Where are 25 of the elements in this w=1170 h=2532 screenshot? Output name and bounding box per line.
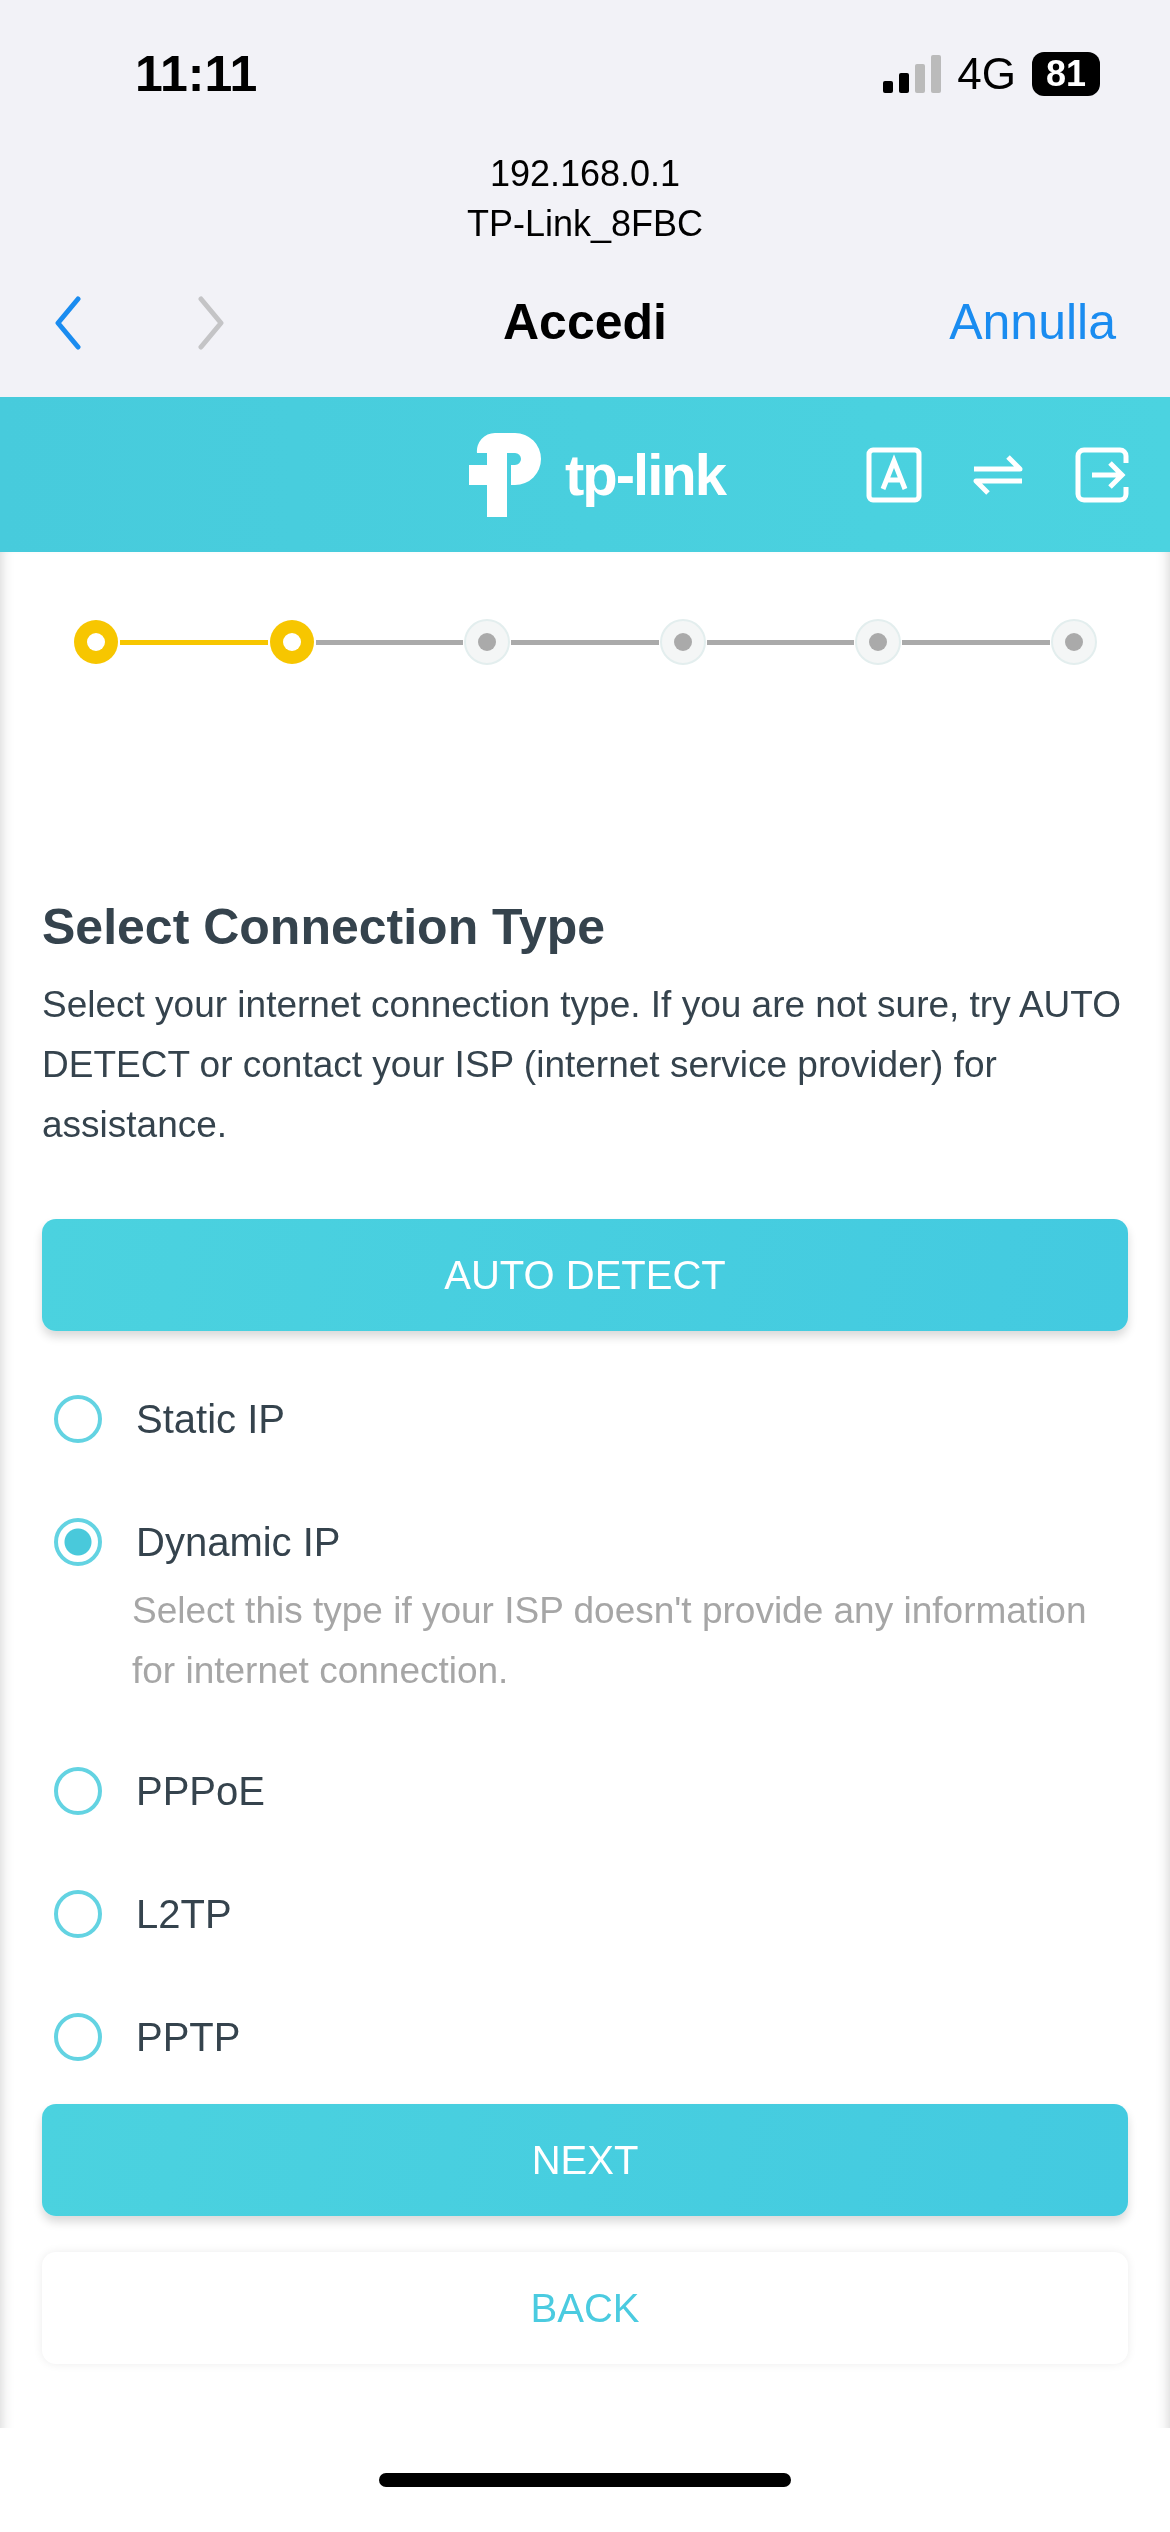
network-name: TP-Link_8FBC: [465, 201, 705, 246]
signal-icon: [883, 55, 942, 94]
option-label[interactable]: Dynamic IP: [136, 1511, 341, 1572]
network-type: 4G: [957, 48, 1016, 101]
radio-button[interactable]: [54, 1517, 102, 1566]
radio-button[interactable]: [54, 1766, 102, 1815]
logo-text: tp-link: [565, 441, 725, 509]
forward-icon[interactable]: [197, 295, 225, 350]
radio-button[interactable]: [54, 1394, 102, 1443]
page-url: 192.168.0.1: [488, 151, 682, 196]
option-label[interactable]: L2TP: [136, 1883, 232, 1944]
logout-icon[interactable]: [1074, 446, 1130, 503]
option-label[interactable]: PPPoE: [136, 1760, 265, 1821]
option-label[interactable]: Static IP: [136, 1388, 285, 1449]
language-icon[interactable]: [866, 446, 922, 503]
battery-level: 81: [1031, 52, 1100, 97]
option-label[interactable]: PPTP: [136, 2006, 241, 2067]
radio-button[interactable]: [54, 2012, 102, 2061]
clock-time: 11:11: [135, 44, 258, 104]
section-heading: Select Connection Type: [42, 898, 607, 957]
option-description: Select this type if your ISP doesn't provide any information for internet connection.: [131, 1589, 1088, 1693]
radio-button[interactable]: [54, 1889, 102, 1938]
page-title: Accedi: [503, 293, 667, 353]
description-text: Select your internet connection type. If you are not sure, try AUTO DETECT or contact your ISP (internet service provider) for assistance.: [42, 983, 1123, 1147]
back-icon[interactable]: [54, 295, 82, 350]
